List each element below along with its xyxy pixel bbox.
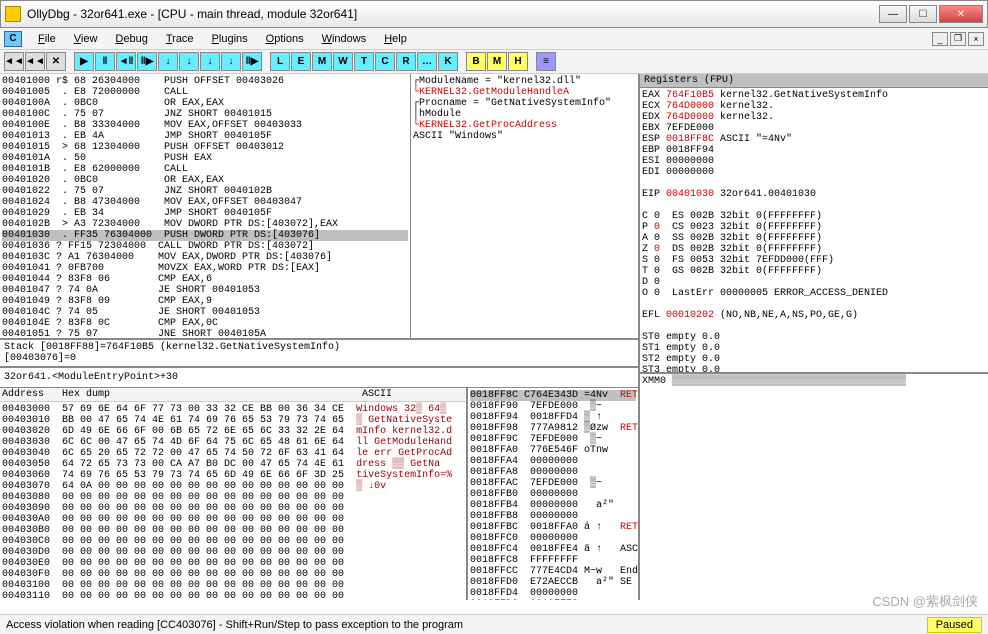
toolbar-btn[interactable]: ◄‖ [116,52,136,71]
stack-pane[interactable]: 0018FF8C C764E343D =4Nv RETURN to kernel… [468,388,638,600]
status-text: Access violation when reading [CC403076]… [6,619,927,631]
watermark: CSDN @紫枫剑侠 [872,591,978,610]
toolbar: ◄◄◄◄✕▶‖◄‖‖▶↓↓↓↓‖▶LEMWTCR…KBMH≡ [0,50,988,74]
toolbar-btn[interactable]: ↓ [158,52,178,71]
toolbar-btn[interactable]: C [375,52,395,71]
maximize-button[interactable]: ☐ [909,5,937,23]
toolbar-btn[interactable]: ↓ [221,52,241,71]
toolbar-btn[interactable]: T [354,52,374,71]
toolbar-btn[interactable]: W [333,52,353,71]
toolbar-btn[interactable]: ↓ [200,52,220,71]
toolbar-btn[interactable]: ▶ [74,52,94,71]
toolbar-btn[interactable]: ≡ [536,52,556,71]
menu-help[interactable]: Help [376,31,415,47]
status-state: Paused [927,617,982,633]
toolbar-btn[interactable]: … [417,52,437,71]
module-line: 32or641.<ModuleEntryPoint>+30 [0,368,638,388]
cpu-icon[interactable]: C [4,31,22,47]
info-line: Stack [0018FF88]=764F10B5 (kernel32.GetN… [0,340,638,368]
registers-header: Registers (FPU) [640,74,988,88]
toolbar-btn[interactable]: B [466,52,486,71]
toolbar-btn[interactable]: L [270,52,290,71]
mdi-minimize[interactable]: _ [932,32,948,46]
status-bar: Access violation when reading [CC403076]… [0,614,988,634]
menu-plugins[interactable]: Plugins [204,31,256,47]
menu-options[interactable]: Options [258,31,312,47]
minimize-button[interactable]: — [879,5,907,23]
xmm-pane[interactable]: XMM0 ▒▒▒▒▒▒▒▒▒▒▒▒▒▒▒▒▒▒▒▒▒▒▒▒▒▒▒▒▒▒▒▒▒▒▒… [640,374,988,600]
window-title: OllyDbg - 32or641.exe - [CPU - main thre… [27,7,879,21]
toolbar-btn[interactable]: ‖▶ [137,52,157,71]
app-icon [5,6,21,22]
menu-debug[interactable]: Debug [107,31,155,47]
col-ascii: ASCII [362,389,392,400]
toolbar-btn[interactable]: ◄◄ [4,52,24,71]
menu-trace[interactable]: Trace [158,31,202,47]
menu-view[interactable]: View [66,31,106,47]
menu-bar: C FileViewDebugTracePluginsOptionsWindow… [0,28,988,50]
mdi-restore[interactable]: ❐ [950,32,966,46]
disassembly-pane[interactable]: 00401000 r$ 68 26304000 PUSH OFFSET 0040… [0,74,638,340]
toolbar-btn[interactable]: ‖▶ [242,52,262,71]
toolbar-btn[interactable]: E [291,52,311,71]
registers-pane[interactable]: Registers (FPU) EAX 764F10B5 kernel32.Ge… [640,74,988,374]
window-titlebar: OllyDbg - 32or641.exe - [CPU - main thre… [0,0,988,28]
mdi-close[interactable]: × [968,32,984,46]
toolbar-btn[interactable]: K [438,52,458,71]
menu-windows[interactable]: Windows [314,31,375,47]
toolbar-btn[interactable]: M [312,52,332,71]
col-address: Address [2,389,62,400]
hex-dump-pane[interactable]: Address Hex dump ASCII 00403000 57 69 6E… [0,388,468,600]
menu-file[interactable]: File [30,31,64,47]
toolbar-btn[interactable]: H [508,52,528,71]
close-button[interactable]: ✕ [939,5,983,23]
col-hex: Hex dump [62,389,362,400]
toolbar-btn[interactable]: ◄◄ [25,52,45,71]
toolbar-btn[interactable]: ✕ [46,52,66,71]
toolbar-btn[interactable]: ↓ [179,52,199,71]
toolbar-btn[interactable]: ‖ [95,52,115,71]
toolbar-btn[interactable]: M [487,52,507,71]
toolbar-btn[interactable]: R [396,52,416,71]
